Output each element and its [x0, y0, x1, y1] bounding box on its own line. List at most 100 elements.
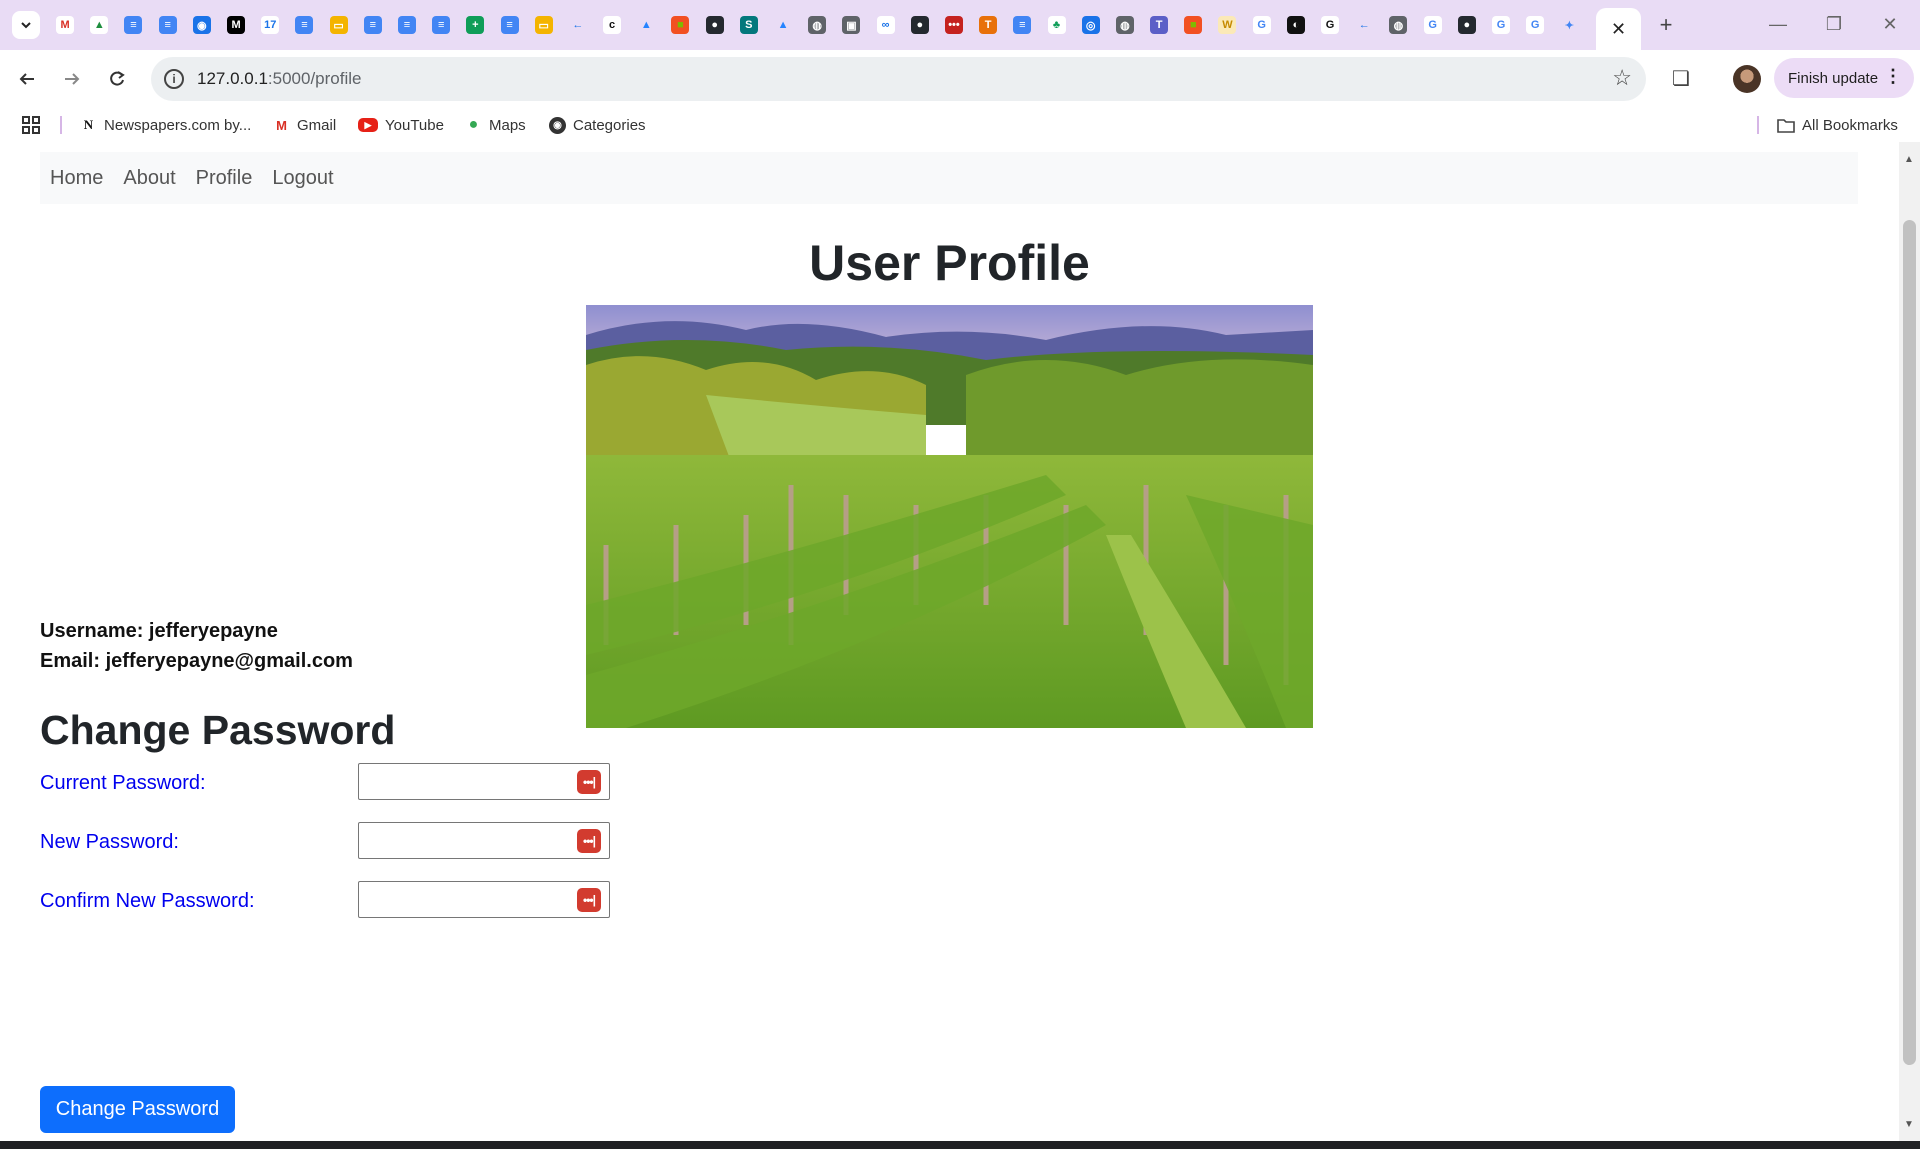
- minimize-button[interactable]: —: [1750, 8, 1806, 40]
- browser-tab[interactable]: ◍: [1108, 10, 1142, 40]
- browser-tab[interactable]: ◍: [800, 10, 834, 40]
- page-scrollbar[interactable]: ▲ ▼: [1899, 142, 1920, 1141]
- browser-tab[interactable]: ▲: [82, 10, 116, 40]
- all-bookmarks-button[interactable]: All Bookmarks: [1777, 115, 1898, 135]
- browser-tab[interactable]: G: [1518, 10, 1552, 40]
- browser-tab[interactable]: M: [219, 10, 253, 40]
- bookmark-star-icon[interactable]: ☆: [1612, 65, 1632, 91]
- arrow-icon: ←: [1355, 16, 1374, 34]
- browser-tab[interactable]: ◉: [185, 10, 219, 40]
- dots-icon: ∞: [876, 16, 895, 34]
- scroll-up-icon[interactable]: ▲: [1904, 154, 1914, 165]
- password-manager-icon[interactable]: •••|: [577, 888, 601, 912]
- browser-tab[interactable]: M: [48, 10, 82, 40]
- browser-tab[interactable]: ●: [1450, 10, 1484, 40]
- browser-tab[interactable]: T: [1142, 10, 1176, 40]
- reload-button[interactable]: [101, 63, 133, 95]
- site-info-icon[interactable]: i: [164, 69, 184, 89]
- tab-search-button[interactable]: [12, 11, 40, 39]
- forward-button[interactable]: [56, 63, 88, 95]
- close-tab-icon[interactable]: ✕: [1611, 19, 1626, 40]
- browser-tab[interactable]: ◐: [1279, 10, 1313, 40]
- change-password-button[interactable]: Change Password: [40, 1086, 235, 1133]
- browser-tab[interactable]: ≡: [356, 10, 390, 40]
- back-button[interactable]: [11, 63, 43, 95]
- browser-tab[interactable]: ■: [663, 10, 697, 40]
- bookmark-youtube[interactable]: ▶ YouTube: [358, 115, 444, 135]
- browser-tab[interactable]: ≡: [116, 10, 150, 40]
- current-password-label: Current Password:: [40, 772, 206, 794]
- current-password-input[interactable]: •••|: [358, 763, 610, 800]
- close-window-button[interactable]: ✕: [1862, 8, 1918, 40]
- bookmark-gmail[interactable]: M Gmail: [273, 115, 336, 135]
- browser-tab[interactable]: +: [458, 10, 492, 40]
- browser-tab[interactable]: G: [1245, 10, 1279, 40]
- atlassian-icon: ▲: [637, 16, 656, 34]
- browser-tab[interactable]: W: [1210, 10, 1244, 40]
- bookmark-maps[interactable]: ● Maps: [465, 115, 526, 135]
- browser-tab[interactable]: G: [1484, 10, 1518, 40]
- browser-tab[interactable]: ▲: [629, 10, 663, 40]
- finish-update-button[interactable]: Finish update ⋮: [1774, 58, 1914, 98]
- address-bar[interactable]: i 127.0.0.1:5000/profile ☆: [151, 57, 1646, 101]
- browser-tab[interactable]: ▣: [834, 10, 868, 40]
- nav-logout-link[interactable]: Logout: [272, 167, 333, 190]
- browser-tab[interactable]: ▭: [322, 10, 356, 40]
- browser-tab[interactable]: G: [1416, 10, 1450, 40]
- confirm-password-input[interactable]: •••|: [358, 881, 610, 918]
- browser-tab[interactable]: ≡: [151, 10, 185, 40]
- scrollbar-thumb[interactable]: [1903, 220, 1916, 1065]
- extensions-icon[interactable]: ❏: [1666, 63, 1696, 93]
- url-text[interactable]: 127.0.0.1:5000/profile: [197, 69, 361, 89]
- scroll-down-icon[interactable]: ▼: [1904, 1119, 1914, 1130]
- menu-dots-icon[interactable]: ⋮: [1884, 66, 1902, 87]
- browser-tab[interactable]: ≡: [1005, 10, 1039, 40]
- browser-tab[interactable]: ◍: [1381, 10, 1415, 40]
- bookmark-categories[interactable]: ◉ Categories: [549, 115, 646, 135]
- restore-button[interactable]: ❐: [1806, 8, 1862, 40]
- nav-profile-link[interactable]: Profile: [196, 167, 253, 190]
- browser-tab[interactable]: S: [732, 10, 766, 40]
- browser-tab[interactable]: ◎: [1074, 10, 1108, 40]
- bookmark-newspapers[interactable]: N Newspapers.com by...: [80, 115, 251, 135]
- nav-about-link[interactable]: About: [123, 167, 175, 190]
- browser-tab[interactable]: ≡: [287, 10, 321, 40]
- t-icon: T: [979, 16, 998, 34]
- password-manager-icon[interactable]: •••|: [577, 829, 601, 853]
- browser-tab[interactable]: ▲: [766, 10, 800, 40]
- new-password-input[interactable]: •••|: [358, 822, 610, 859]
- browser-tab[interactable]: ✦: [1552, 10, 1586, 40]
- back-arrow-icon: [19, 73, 34, 85]
- browser-tab[interactable]: ♣: [1039, 10, 1073, 40]
- active-tab[interactable]: ✕: [1596, 8, 1641, 50]
- password-manager-icon[interactable]: •••|: [577, 770, 601, 794]
- browser-tab[interactable]: ∞: [869, 10, 903, 40]
- browser-tab[interactable]: ≡: [390, 10, 424, 40]
- browser-tab[interactable]: •••: [937, 10, 971, 40]
- chevron-down-icon: [21, 22, 31, 29]
- apps-grid-icon[interactable]: [22, 115, 40, 135]
- all-bookmarks-label: All Bookmarks: [1802, 116, 1898, 134]
- browser-tab[interactable]: ●: [903, 10, 937, 40]
- browser-tab[interactable]: 17: [253, 10, 287, 40]
- browser-tab[interactable]: ▭: [527, 10, 561, 40]
- drive-icon: ▲: [90, 16, 109, 34]
- nav-home-link[interactable]: Home: [50, 167, 103, 190]
- browser-tab[interactable]: T: [971, 10, 1005, 40]
- browser-tab[interactable]: ←: [1347, 10, 1381, 40]
- browser-tab[interactable]: ●: [698, 10, 732, 40]
- avatar[interactable]: [1733, 65, 1761, 93]
- browser-tab[interactable]: ≡: [492, 10, 526, 40]
- slides-icon: ▭: [329, 16, 348, 34]
- browser-tab[interactable]: ■: [1176, 10, 1210, 40]
- browser-tab[interactable]: c: [595, 10, 629, 40]
- browser-tab[interactable]: ←: [561, 10, 595, 40]
- browser-tab[interactable]: G: [1313, 10, 1347, 40]
- github-icon: ●: [705, 16, 724, 34]
- slides-icon: ▭: [534, 16, 553, 34]
- browser-tab[interactable]: ≡: [424, 10, 458, 40]
- github-icon: ●: [910, 16, 929, 34]
- url-path: :5000/profile: [267, 69, 362, 88]
- new-tab-button[interactable]: +: [1651, 10, 1681, 40]
- tab-strip: M ▲ ≡ ≡ ◉ M 17 ≡ ▭ ≡ ≡ ≡ + ≡ ▭ ← c ▲ ■ ● S ▲ ◍ ▣ ∞ ● ••• T ≡ ♣ ◎ ◍ T ■ W G ◐…: [0, 0, 1920, 50]
